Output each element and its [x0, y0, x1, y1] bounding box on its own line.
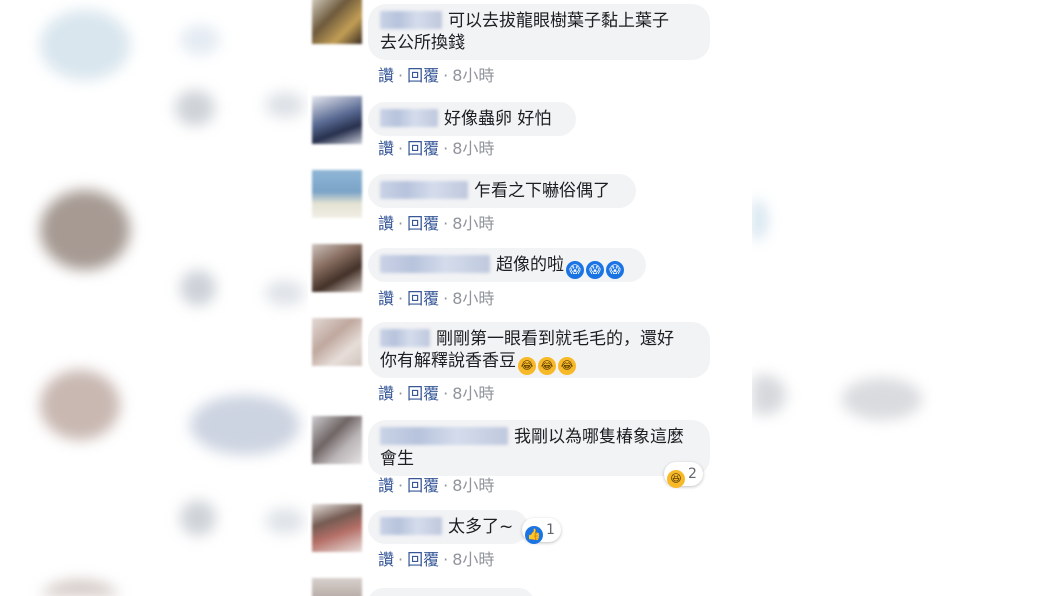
- avatar[interactable]: [312, 170, 362, 218]
- comment-text: 會生: [380, 449, 414, 469]
- avatar[interactable]: [312, 318, 362, 366]
- reaction-count-badge[interactable]: 👍 1: [522, 518, 561, 544]
- like-link[interactable]: 讚: [378, 62, 394, 86]
- like-reaction-icon: 👍: [525, 526, 543, 544]
- separator: ·: [398, 476, 404, 495]
- comment-actions: 讚 · 回覆 · 8小時: [378, 210, 494, 234]
- comment-bubble: 剛剛第一眼看到就毛毛的，還好 你有解釋說香香豆 😂 😂 😂: [368, 322, 710, 378]
- laugh-emoji-icon: 😂: [558, 357, 576, 375]
- blurred-background-right: [752, 0, 1060, 596]
- commenter-name[interactable]: [380, 329, 430, 347]
- separator: ·: [398, 139, 404, 158]
- comment-bubble: 好像蟲卵 好怕: [368, 102, 576, 136]
- avatar[interactable]: [312, 244, 362, 292]
- comment-text: 好像蟲卵 好怕: [444, 109, 552, 129]
- separator: ·: [443, 214, 449, 233]
- timestamp[interactable]: 8小時: [452, 472, 494, 496]
- comment-bubble: [368, 588, 534, 596]
- reaction-count: 1: [546, 522, 555, 538]
- timestamp[interactable]: 8小時: [452, 135, 494, 159]
- comment-text: 去公所換錢: [380, 33, 465, 53]
- commenter-name[interactable]: [380, 255, 490, 273]
- separator: ·: [443, 384, 449, 403]
- like-link[interactable]: 讚: [378, 380, 394, 404]
- reply-link[interactable]: 回覆: [407, 472, 439, 496]
- scream-emoji-icon: 😱: [566, 261, 584, 279]
- reply-link[interactable]: 回覆: [407, 285, 439, 309]
- comment-actions: 讚 · 回覆 · 8小時: [378, 546, 494, 570]
- commenter-name[interactable]: [380, 181, 468, 199]
- comment-bubble: 超像的啦 😱 😱 😱: [368, 248, 646, 282]
- commenter-name[interactable]: [380, 517, 442, 535]
- reply-link[interactable]: 回覆: [407, 135, 439, 159]
- comment-text: 你有解釋說香香豆: [380, 351, 516, 371]
- comment-bubble: 可以去拔龍眼樹葉子黏上葉子 去公所換錢: [368, 4, 710, 60]
- avatar[interactable]: [312, 416, 362, 464]
- avatar[interactable]: [312, 96, 362, 144]
- like-link[interactable]: 讚: [378, 285, 394, 309]
- like-link[interactable]: 讚: [378, 210, 394, 234]
- avatar[interactable]: [312, 0, 362, 44]
- avatar[interactable]: [312, 578, 362, 596]
- timestamp[interactable]: 8小時: [452, 380, 494, 404]
- comment-actions: 讚 · 回覆 · 8小時: [378, 135, 494, 159]
- comment-actions: 讚 · 回覆 · 8小時: [378, 62, 494, 86]
- blurred-background-left: [0, 0, 308, 596]
- reaction-count-badge[interactable]: 😆 2: [664, 462, 703, 488]
- comment-text: 可以去拔龍眼樹葉子黏上葉子: [448, 11, 669, 31]
- comment-actions: 讚 · 回覆 · 8小時: [378, 380, 494, 404]
- reply-link[interactable]: 回覆: [407, 62, 439, 86]
- reply-link[interactable]: 回覆: [407, 546, 439, 570]
- separator: ·: [398, 66, 404, 85]
- comment-bubble: 乍看之下嚇俗偶了: [368, 174, 636, 208]
- comment-actions: 讚 · 回覆 · 8小時: [378, 472, 494, 496]
- reaction-count: 2: [688, 466, 697, 482]
- timestamp[interactable]: 8小時: [452, 210, 494, 234]
- comment-text: 乍看之下嚇俗偶了: [474, 181, 610, 201]
- timestamp[interactable]: 8小時: [452, 62, 494, 86]
- comment-bubble: 我剛以為哪隻椿象這麼 會生: [368, 420, 710, 476]
- timestamp[interactable]: 8小時: [452, 546, 494, 570]
- separator: ·: [398, 214, 404, 233]
- commenter-name[interactable]: [380, 109, 438, 127]
- laugh-reaction-icon: 😆: [667, 470, 685, 488]
- laugh-emoji-icon: 😂: [518, 357, 536, 375]
- separator: ·: [398, 384, 404, 403]
- separator: ·: [443, 550, 449, 569]
- scream-emoji-icon: 😱: [586, 261, 604, 279]
- separator: ·: [443, 139, 449, 158]
- separator: ·: [443, 66, 449, 85]
- comment-feed: 可以去拔龍眼樹葉子黏上葉子 去公所換錢 讚 · 回覆 · 8小時 好像蟲卵 好怕 讚 · 回…: [308, 0, 752, 596]
- comment-actions: 讚 · 回覆 · 8小時: [378, 285, 494, 309]
- avatar[interactable]: [312, 504, 362, 552]
- like-link[interactable]: 讚: [378, 135, 394, 159]
- like-link[interactable]: 讚: [378, 472, 394, 496]
- comment-text: 超像的啦: [496, 255, 564, 275]
- comment-bubble: 太多了~: [368, 510, 528, 544]
- separator: ·: [443, 289, 449, 308]
- commenter-name[interactable]: [380, 427, 508, 445]
- reply-link[interactable]: 回覆: [407, 210, 439, 234]
- laugh-emoji-icon: 😂: [538, 357, 556, 375]
- comment-text: 剛剛第一眼看到就毛毛的，還好: [436, 329, 674, 349]
- comment-text: 我剛以為哪隻椿象這麼: [514, 427, 684, 447]
- commenter-name[interactable]: [380, 11, 442, 29]
- comment-text: 太多了~: [448, 517, 514, 537]
- reply-link[interactable]: 回覆: [407, 380, 439, 404]
- timestamp[interactable]: 8小時: [452, 285, 494, 309]
- separator: ·: [443, 476, 449, 495]
- like-link[interactable]: 讚: [378, 546, 394, 570]
- scream-emoji-icon: 😱: [606, 261, 624, 279]
- separator: ·: [398, 289, 404, 308]
- separator: ·: [398, 550, 404, 569]
